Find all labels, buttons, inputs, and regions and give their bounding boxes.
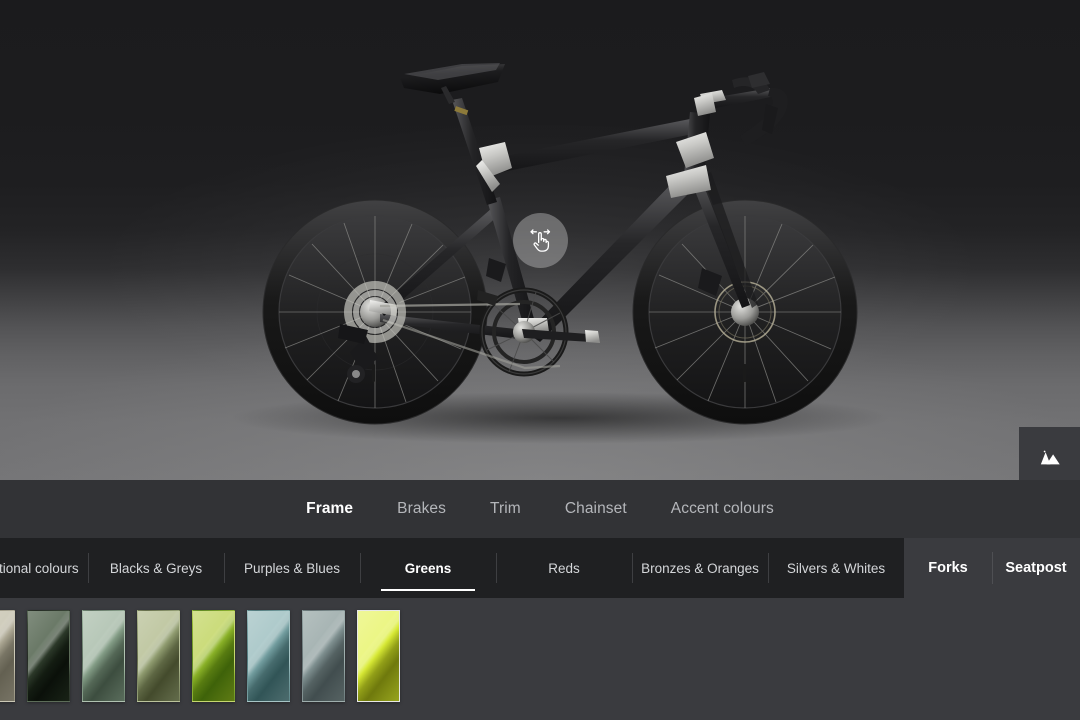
component-tab-forks[interactable]: Forks: [904, 538, 992, 598]
swatch-gloss: [28, 611, 69, 701]
swatch-gloss: [303, 611, 344, 701]
swatch-gloss: [0, 611, 14, 701]
swatch-deep-forest[interactable]: [27, 610, 70, 702]
swatch-cell: [131, 610, 186, 702]
swatch-sage-green[interactable]: [82, 610, 125, 702]
product-viewport[interactable]: [0, 0, 1080, 480]
swatch-gloss: [248, 611, 289, 701]
swatch-apple-green[interactable]: [192, 610, 235, 702]
category-tab-greens[interactable]: Greens: [360, 538, 496, 598]
swatch-cell: [241, 610, 296, 702]
part-tab-bar: Frame Brakes Trim Chainset Accent colours: [0, 480, 1080, 538]
component-tabs: Forks Seatpost: [904, 538, 1080, 598]
part-tab-brakes[interactable]: Brakes: [375, 480, 468, 538]
swatch-cell: [351, 610, 406, 702]
mountains-icon: [1040, 450, 1060, 464]
colour-category-tabs: Additional colours Blacks & Greys Purples …: [0, 538, 904, 598]
swatch-cell: [21, 610, 76, 702]
category-tab-row: Additional colours Blacks & Greys Purples …: [0, 538, 1080, 598]
colour-swatch-bar[interactable]: [0, 598, 1080, 720]
swatch-khaki-sand[interactable]: [0, 610, 15, 702]
category-tab-label: Additional colours: [0, 560, 79, 576]
swatch-cell: [296, 610, 351, 702]
category-tab-additional-colours[interactable]: Additional colours: [0, 538, 88, 598]
category-tab-silvers-whites[interactable]: Silvers & Whites: [768, 538, 904, 598]
swatch-teal-green[interactable]: [247, 610, 290, 702]
part-tab-trim[interactable]: Trim: [468, 480, 543, 538]
category-tab-label: Reds: [548, 560, 580, 576]
category-tab-label: Purples & Blues: [243, 560, 341, 576]
swatch-cell: [76, 610, 131, 702]
part-tab-accent-colours[interactable]: Accent colours: [649, 480, 796, 538]
swatch-gloss: [83, 611, 124, 701]
category-tab-label: Silvers & Whites: [786, 560, 886, 576]
bike-configurator-app: FrameBrakesTrimChainsetAccent colours Ad…: [0, 0, 1080, 720]
swatch-gloss: [358, 611, 399, 701]
category-tab-label: Bronzes & Oranges: [641, 560, 759, 576]
swatch-gloss: [138, 611, 179, 701]
category-tab-reds[interactable]: Reds: [496, 538, 632, 598]
category-tab-label: Greens: [404, 560, 452, 576]
swatch-acid-lime[interactable]: [357, 610, 400, 702]
part-tab-frame[interactable]: Frame: [284, 480, 375, 538]
drag-rotate-hint[interactable]: [513, 213, 568, 268]
swatch-slate-grey-green[interactable]: [302, 610, 345, 702]
category-tab-label: Blacks & Greys: [109, 560, 203, 576]
swatch-cell: [186, 610, 241, 702]
swatch-cell: [0, 610, 21, 702]
hand-drag-icon: [529, 228, 550, 252]
category-tab-bronzes-oranges[interactable]: Bronzes & Oranges: [632, 538, 768, 598]
component-tab-seatpost[interactable]: Seatpost: [992, 538, 1080, 598]
part-tab-chainset[interactable]: Chainset: [543, 480, 649, 538]
category-tab-purples-blues[interactable]: Purples & Blues: [224, 538, 360, 598]
background-toggle-button[interactable]: [1019, 427, 1080, 480]
category-tab-blacks-greys[interactable]: Blacks & Greys: [88, 538, 224, 598]
swatch-gloss: [193, 611, 234, 701]
swatch-track: [0, 610, 1080, 702]
swatch-olive-sage[interactable]: [137, 610, 180, 702]
